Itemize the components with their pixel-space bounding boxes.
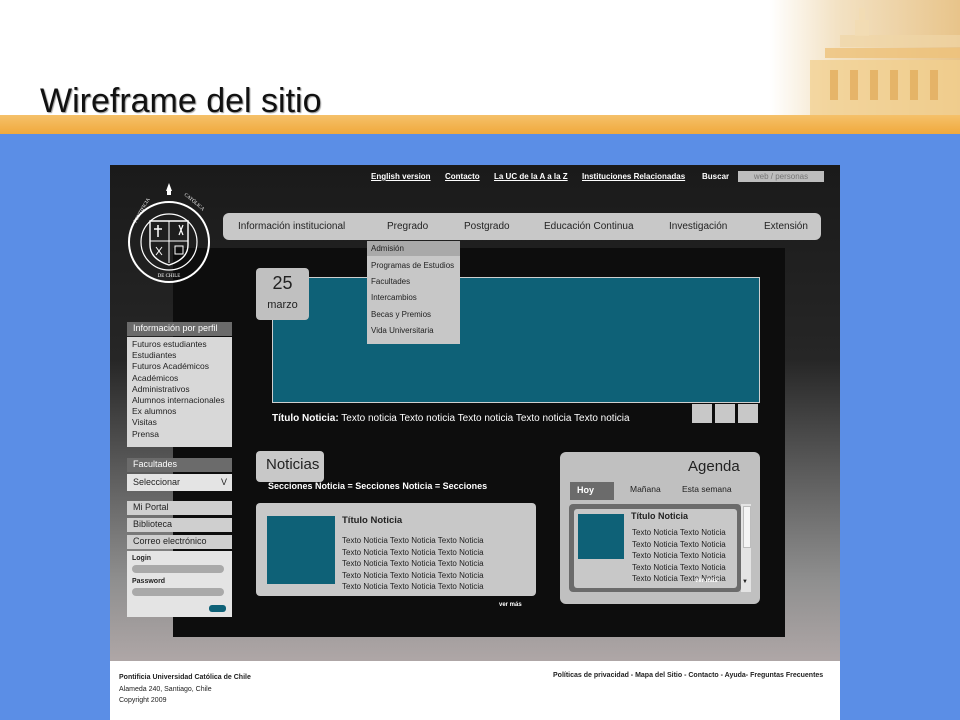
facultades-select[interactable]: Seleccionar V — [127, 474, 232, 491]
building-photo — [770, 0, 960, 115]
login-submit-button[interactable] — [209, 605, 226, 612]
news-text-line: Texto Noticia Texto Noticia Texto Notici… — [342, 582, 484, 591]
noticias-ver-mas-link[interactable]: ver más — [499, 602, 522, 608]
date-month: marzo — [267, 299, 298, 311]
news-text-line: Texto Noticia Texto Noticia Texto Notici… — [342, 559, 484, 568]
dropdown-item-becas[interactable]: Becas y Premios — [371, 310, 431, 319]
perfil-header: Información por perfil — [127, 322, 232, 336]
agenda-card-title[interactable]: Título Noticia — [631, 511, 688, 521]
perfil-item[interactable]: Administrativos — [132, 384, 225, 395]
dropdown-item-intercambios[interactable]: Intercambios — [371, 293, 417, 302]
perfil-list: Futuros estudiantes Estudiantes Futuros … — [132, 339, 225, 440]
link-uc-a-z[interactable]: La UC de la A a la Z — [494, 172, 568, 181]
dropdown-item-facultades[interactable]: Facultades — [371, 277, 410, 286]
mi-portal-button[interactable]: Mi Portal — [127, 501, 232, 515]
main-navigation: Información institucional Pregrado Postg… — [223, 213, 821, 240]
news-text-line: Texto Noticia Texto Noticia Texto Notici… — [342, 570, 484, 580]
svg-text:CATÓLICA: CATÓLICA — [183, 192, 206, 213]
nav-educacion-continua[interactable]: Educación Continua — [544, 221, 634, 232]
agenda-scroll-thumb[interactable] — [743, 506, 751, 548]
login-label: Login — [132, 555, 152, 562]
link-instituciones[interactable]: Instituciones Relacionadas — [582, 172, 685, 181]
correo-label: Correo electrónico — [133, 536, 207, 546]
agenda-title: Agenda — [688, 458, 740, 475]
agenda-text-line: Texto Noticia Texto Noticia — [632, 528, 726, 537]
featured-news-banner[interactable] — [272, 277, 760, 403]
nav-informacion-institucional[interactable]: Información institucional — [238, 221, 345, 232]
footer-links[interactable]: Políticas de privacidad - Mapa del Sitio… — [553, 672, 823, 679]
agenda-text-line: Texto Noticia Texto Noticia — [632, 562, 726, 572]
perfil-item[interactable]: Futuros estudiantes — [132, 339, 225, 350]
news-text-line: Texto Noticia Texto Noticia Texto Notici… — [342, 536, 484, 545]
dropdown-item-vida[interactable]: Vida Universitaria — [371, 326, 434, 335]
nav-postgrado[interactable]: Postgrado — [464, 221, 510, 232]
nav-extension[interactable]: Extensión — [764, 221, 808, 232]
facultades-header-label: Facultades — [133, 459, 178, 469]
password-field[interactable] — [132, 588, 224, 596]
nav-investigacion[interactable]: Investigación — [669, 221, 727, 232]
perfil-item[interactable]: Alumnos internacionales — [132, 395, 225, 406]
facultades-select-value: Seleccionar — [133, 477, 181, 487]
news-image[interactable] — [267, 516, 335, 584]
agenda-text-line: Texto Noticia Texto Noticia — [632, 551, 726, 560]
agenda-text-line: Texto Noticia Texto Noticia — [632, 539, 726, 549]
agenda-card-text: Texto Noticia Texto Noticia Texto Notici… — [632, 527, 729, 585]
agenda-tab-esta-semana[interactable]: Esta semana — [682, 484, 732, 494]
link-contacto[interactable]: Contacto — [445, 172, 480, 181]
scroll-down-arrow-icon[interactable]: ▼ — [742, 579, 748, 585]
login-box: Login Password — [127, 551, 232, 617]
perfil-header-label: Información por perfil — [133, 323, 218, 333]
perfil-item[interactable]: Prensa — [132, 429, 225, 440]
noticias-title: Noticias — [266, 456, 320, 473]
footer-copyright: Copyright 2009 — [119, 697, 167, 704]
nav-pregrado[interactable]: Pregrado — [387, 221, 428, 232]
banner-thumb-1[interactable] — [692, 404, 712, 423]
dropdown-item-admision[interactable]: Admisión — [371, 244, 404, 253]
university-logo[interactable]: DE CHILE PONTIFICIA CATÓLICA — [126, 177, 212, 291]
agenda-image[interactable] — [578, 514, 624, 559]
password-label: Password — [132, 578, 166, 585]
correo-button[interactable]: Correo electrónico — [127, 535, 232, 549]
svg-text:DE CHILE: DE CHILE — [158, 274, 181, 279]
footer-address-line: Alameda 240, Santiago, Chile — [119, 685, 212, 693]
perfil-item[interactable]: Futuros Académicos — [132, 361, 225, 372]
banner-caption-text: Texto noticia Texto noticia Texto notici… — [338, 413, 630, 424]
banner-caption-title: Título Noticia: — [272, 413, 339, 424]
banner-thumb-3[interactable] — [738, 404, 758, 423]
news-card-title[interactable]: Título Noticia — [342, 515, 402, 526]
dropdown-item-programas[interactable]: Programas de Estudios — [371, 261, 454, 270]
agenda-tab-hoy-label: Hoy — [577, 485, 595, 495]
perfil-item[interactable]: Estudiantes — [132, 350, 225, 361]
buscar-label: Buscar — [702, 172, 730, 181]
perfil-item[interactable]: Visitas — [132, 417, 225, 428]
pregrado-dropdown-menu: Admisión Programas de Estudios Facultade… — [367, 241, 460, 344]
banner-caption: Título Noticia: Texto noticia Texto noti… — [272, 413, 630, 424]
agenda-tab-hoy[interactable]: Hoy — [570, 482, 614, 500]
agenda-ver-mas-link[interactable]: ver más — [695, 578, 718, 584]
perfil-item[interactable]: Ex alumnos — [132, 406, 225, 417]
footer-org: Pontificia Universidad Católica de Chile — [119, 674, 251, 681]
noticias-secciones[interactable]: Secciones Noticia = Secciones Noticia = … — [268, 481, 487, 491]
login-field[interactable] — [132, 565, 224, 573]
footer-address: Pontificia Universidad Católica de Chile… — [119, 672, 251, 707]
news-card-text: Texto Noticia Texto Noticia Texto Notici… — [342, 535, 484, 593]
slide-title: Wireframe del sitio — [40, 82, 322, 120]
biblioteca-button[interactable]: Biblioteca — [127, 518, 232, 532]
date-day: 25 — [272, 273, 293, 293]
biblioteca-label: Biblioteca — [133, 519, 173, 529]
link-english-version[interactable]: English version — [371, 172, 431, 181]
facultades-header: Facultades — [127, 458, 232, 472]
search-input[interactable] — [738, 171, 824, 182]
chevron-down-icon: V — [220, 477, 227, 487]
mi-portal-label: Mi Portal — [133, 502, 169, 512]
website-wireframe: English version Contacto La UC de la A a… — [110, 165, 840, 720]
svg-text:PONTIFICIA: PONTIFICIA — [133, 197, 151, 224]
banner-thumb-2[interactable] — [715, 404, 735, 423]
perfil-item[interactable]: Académicos — [132, 373, 225, 384]
agenda-tab-manana[interactable]: Mañana — [630, 484, 661, 494]
news-text-line: Texto Noticia Texto Noticia Texto Notici… — [342, 547, 484, 557]
date-badge: 25 marzo — [256, 268, 309, 320]
top-links-bar: English version Contacto La UC de la A a… — [110, 172, 840, 186]
